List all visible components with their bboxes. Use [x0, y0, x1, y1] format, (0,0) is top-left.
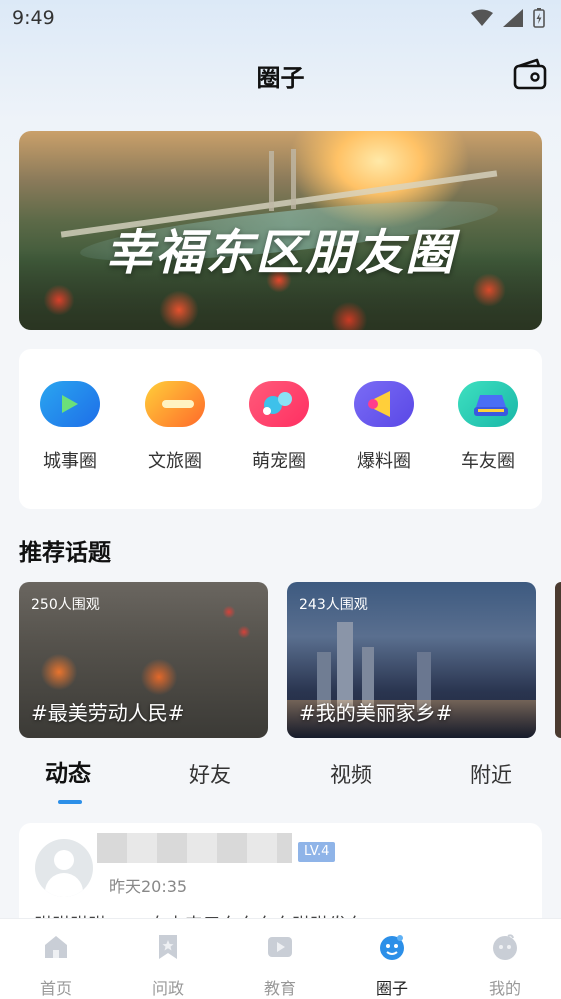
travel-circle-icon: [145, 381, 205, 427]
recommended-topics-title: 推荐话题: [19, 540, 111, 566]
feed-tabs: 动态 好友 视频 附近: [0, 754, 561, 804]
nav-circle[interactable]: 圈子: [352, 933, 432, 999]
topic-card[interactable]: 243人围观 #我的美丽家乡#: [287, 582, 536, 738]
profile-face-icon: [493, 934, 517, 960]
nav-education[interactable]: 教育: [240, 933, 320, 999]
nav-label: 圈子: [375, 979, 408, 998]
banner[interactable]: 幸福东区朋友圈: [19, 131, 542, 330]
status-time: 9:49: [12, 7, 55, 29]
topic-card[interactable]: 250人围观 #最美劳动人民#: [19, 582, 268, 738]
category-label: 爆料圈: [357, 451, 411, 472]
topic-card-peek[interactable]: [555, 582, 561, 738]
category-pets[interactable]: 萌宠圈: [239, 381, 319, 473]
category-label: 城事圈: [43, 451, 97, 472]
nav-label: 首页: [39, 979, 72, 998]
banner-title: 幸福东区朋友圈: [105, 225, 456, 281]
video-play-icon: [268, 937, 292, 957]
megaphone-icon: [354, 381, 414, 427]
nav-home[interactable]: 首页: [16, 933, 96, 999]
bookmark-star-icon: [159, 935, 177, 959]
tab-dynamic[interactable]: 动态: [45, 754, 91, 788]
tab-video[interactable]: 视频: [330, 759, 372, 789]
nav-politics[interactable]: 问政: [128, 933, 208, 999]
topic-name: #我的美丽家乡#: [299, 701, 453, 725]
username-blurred: [97, 833, 292, 863]
category-news[interactable]: 爆料圈: [344, 381, 424, 473]
category-city[interactable]: 城事圈: [30, 381, 110, 473]
topic-name: #最美劳动人民#: [31, 701, 185, 725]
nav-label: 教育: [263, 979, 296, 998]
tab-indicator: [58, 800, 82, 804]
status-bar: 9:49: [0, 0, 561, 38]
category-card: 城事圈 文旅圈 萌宠圈 爆料圈 车友圈: [19, 349, 542, 509]
topic-views: 243人围观: [299, 597, 368, 613]
level-badge: LV.4: [298, 842, 336, 862]
wallet-icon[interactable]: [513, 58, 547, 90]
category-cars[interactable]: 车友圈: [448, 381, 528, 473]
circle-planet-icon: [380, 935, 404, 960]
tab-friends[interactable]: 好友: [189, 759, 231, 789]
home-icon: [45, 936, 67, 958]
pet-circle-icon: [249, 381, 309, 427]
avatar[interactable]: [35, 839, 93, 897]
page-title: 圈子: [256, 64, 305, 92]
tab-nearby[interactable]: 附近: [470, 759, 512, 789]
signal-icon: [503, 9, 523, 27]
battery-icon: [533, 8, 545, 28]
wifi-icon: [471, 9, 493, 26]
topic-views: 250人围观: [31, 597, 100, 613]
bottom-nav: 首页 问政 教育 圈子 我的: [0, 918, 561, 999]
car-circle-icon: [458, 381, 518, 427]
category-label: 萌宠圈: [252, 451, 306, 472]
category-label: 车友圈: [461, 451, 515, 472]
nav-label: 问政: [151, 979, 184, 998]
nav-mine[interactable]: 我的: [465, 933, 545, 999]
category-travel[interactable]: 文旅圈: [135, 381, 215, 473]
city-circle-icon: [40, 381, 100, 427]
post-time: 昨天20:35: [109, 877, 188, 896]
title-bar: 圈子: [0, 50, 561, 98]
nav-label: 我的: [488, 979, 521, 998]
category-label: 文旅圈: [148, 451, 202, 472]
